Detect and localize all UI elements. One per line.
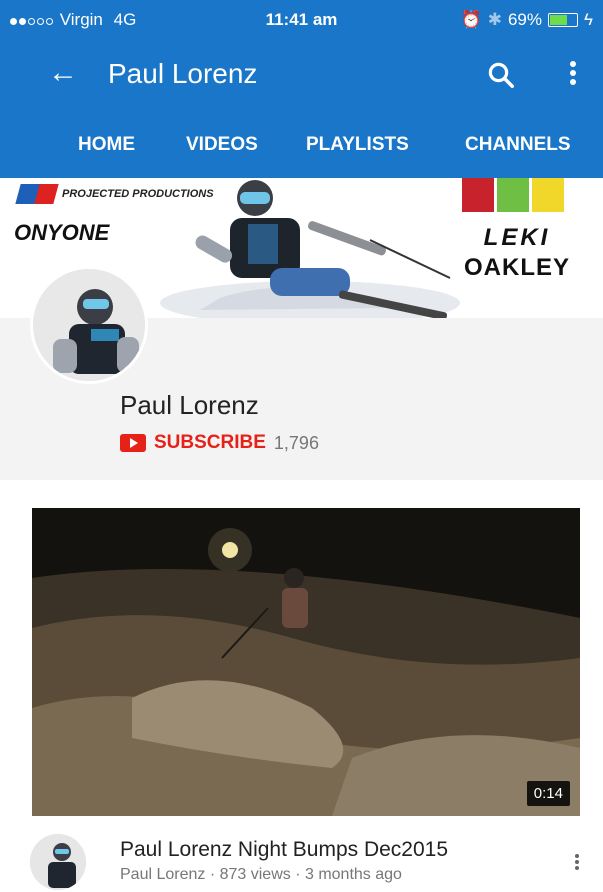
video-channel-avatar[interactable]: [30, 834, 86, 890]
app-bar: ← Paul Lorenz: [0, 40, 603, 108]
avatar-image: [33, 269, 145, 381]
video-more-icon[interactable]: [574, 852, 580, 872]
charging-icon: ϟ: [584, 10, 593, 29]
bluetooth-icon: ✱: [487, 10, 502, 29]
video-title[interactable]: Paul Lorenz Night Bumps Dec2015: [120, 838, 448, 862]
tab-channels[interactable]: CHANNELS: [465, 134, 571, 156]
battery-percent: 69%: [507, 10, 542, 29]
alarm-icon: ⏰: [460, 10, 482, 29]
video-meta: Paul Lorenz · 873 views · 3 months ago: [120, 866, 402, 883]
video-duration: 0:14: [526, 781, 570, 806]
sponsor-badges: [462, 178, 572, 212]
sponsor-brands: LEKI OAKLEY: [462, 178, 572, 282]
tab-playlists[interactable]: PLAYLISTS: [306, 134, 409, 156]
tab-home[interactable]: HOME: [78, 134, 135, 156]
battery-icon: [548, 13, 578, 27]
sponsor-onyone: ONYONE: [14, 220, 110, 245]
sponsor-badge-icon: [532, 178, 564, 212]
video-thumbnail[interactable]: 0:14: [32, 508, 580, 816]
channel-avatar[interactable]: [30, 266, 148, 384]
search-icon[interactable]: [486, 60, 516, 90]
subscribe-label: SUBSCRIBE: [154, 432, 266, 453]
sponsor-badge-icon: [497, 178, 529, 212]
more-vert-icon[interactable]: [568, 58, 578, 92]
sponsor-badge-icon: [462, 178, 494, 212]
youtube-play-icon: [120, 434, 146, 452]
tab-bar: HOME VIDEOS PLAYLISTS CHANNELS: [0, 108, 603, 178]
tab-videos[interactable]: VIDEOS: [186, 134, 258, 156]
banner-skier-image: [160, 180, 460, 318]
video-thumbnail-image: [32, 508, 580, 816]
back-arrow-icon[interactable]: ←: [48, 58, 78, 88]
subscribe-button[interactable]: SUBSCRIBE 1,796: [120, 432, 319, 454]
avatar-image: [30, 834, 86, 890]
status-bar: Virgin 4G 11:41 am ⏰ ✱ 69% ϟ: [0, 0, 603, 40]
page-title: Paul Lorenz: [108, 58, 258, 89]
subscriber-count: 1,796: [273, 432, 319, 453]
projected-productions-logo-icon: [15, 184, 59, 204]
channel-name: Paul Lorenz: [120, 390, 259, 420]
top-bar: Virgin 4G 11:41 am ⏰ ✱ 69% ϟ ← Paul Lore…: [0, 0, 603, 178]
sponsor-leki: LEKI: [483, 224, 551, 251]
video-info-row[interactable]: Paul Lorenz Night Bumps Dec2015 Paul Lor…: [0, 826, 603, 892]
status-right: ⏰ ✱ 69% ϟ: [461, 10, 593, 30]
sponsor-oakley: OAKLEY: [463, 254, 570, 281]
